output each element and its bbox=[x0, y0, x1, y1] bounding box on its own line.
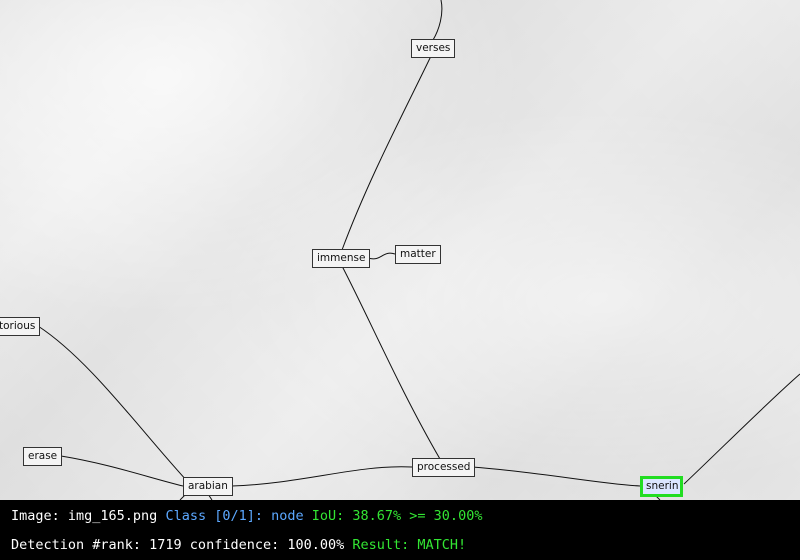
info-line-1: Image: img_165.png Class [0/1]: node IoU… bbox=[11, 508, 482, 524]
edge-top-verses bbox=[432, 0, 443, 41]
edge-erase-arabian bbox=[60, 455, 184, 487]
info-bar: Image: img_165.png Class [0/1]: node IoU… bbox=[0, 500, 800, 560]
node-matter: matter bbox=[395, 245, 441, 264]
detection-box bbox=[640, 476, 683, 497]
edge-processed-snerin bbox=[471, 466, 641, 487]
edge-immense-matter bbox=[367, 252, 396, 260]
node-processed: processed bbox=[412, 458, 476, 477]
node-erase: erase bbox=[23, 447, 63, 466]
edge-verses-immense bbox=[341, 55, 432, 251]
info-line-2: Detection #rank: 1719 confidence: 100.00… bbox=[11, 537, 466, 553]
node-arabian: arabian bbox=[183, 477, 233, 496]
detection-label: Detection #rank: 1719 confidence: 100.00… bbox=[11, 537, 345, 553]
edge-arabian-processed bbox=[231, 466, 413, 487]
class-label: Class [0/1]: node bbox=[165, 508, 304, 524]
diagram-canvas: verses immense matter torious erase arab… bbox=[0, 0, 800, 500]
image-label: Image: img_165.png bbox=[11, 508, 158, 524]
node-immense: immense bbox=[312, 249, 371, 268]
node-torious: torious bbox=[0, 317, 41, 336]
edge-snerin-right bbox=[683, 373, 800, 485]
node-verses: verses bbox=[411, 39, 456, 58]
edge-immense-processed bbox=[341, 265, 441, 460]
iou-label: IoU: 38.67% >= 30.00% bbox=[311, 508, 483, 524]
result-label: Result: MATCH! bbox=[352, 537, 467, 553]
